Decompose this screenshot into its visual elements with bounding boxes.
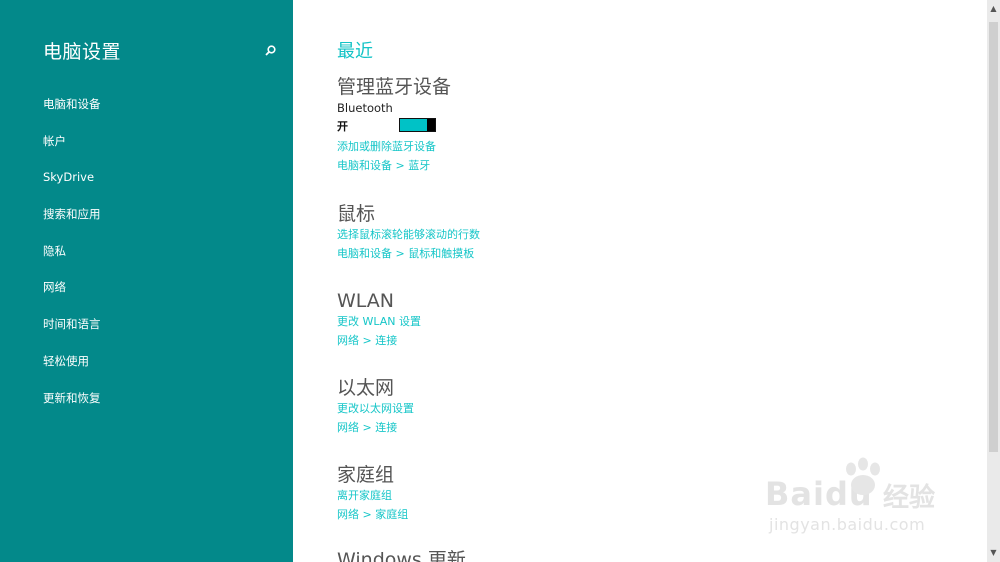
section-title: 管理蓝牙设备 — [337, 76, 452, 98]
sidebar-item-time-and-language[interactable]: 时间和语言 — [43, 316, 101, 353]
change-wlan-link[interactable]: 更改 WLAN 设置 — [337, 313, 421, 332]
section-wlan: WLAN 更改 WLAN 设置 网络 > 连接 — [337, 289, 421, 350]
section-title: 家庭组 — [337, 464, 395, 486]
sidebar-item-network[interactable]: 网络 — [43, 279, 101, 316]
scroll-up-icon[interactable]: ▲ — [987, 2, 1000, 16]
sidebar-nav: 电脑和设备 帐户 SkyDrive 搜索和应用 隐私 网络 时间和语言 轻松使用… — [43, 96, 101, 426]
toggle-state-label: 开 — [337, 120, 348, 133]
sidebar-item-skydrive[interactable]: SkyDrive — [43, 169, 101, 206]
sidebar-item-pc-and-devices[interactable]: 电脑和设备 — [43, 96, 101, 133]
baidu-watermark: Baidu 经验 jingyan.baidu.com — [765, 455, 965, 545]
mouse-wheel-link[interactable]: 选择鼠标滚轮能够滚动的行数 — [337, 226, 480, 245]
sidebar-item-ease-of-access[interactable]: 轻松使用 — [43, 353, 101, 390]
section-title: 以太网 — [337, 377, 395, 399]
scroll-down-icon[interactable]: ▼ — [987, 546, 1000, 560]
search-icon[interactable] — [262, 43, 278, 59]
section-mouse: 鼠标 选择鼠标滚轮能够滚动的行数 电脑和设备 > 鼠标和触摸板 — [337, 202, 480, 263]
section-title: Windows 更新 — [337, 549, 466, 562]
section-title: WLAN — [337, 290, 395, 312]
mouse-breadcrumb-link[interactable]: 电脑和设备 > 鼠标和触摸板 — [337, 245, 480, 264]
watermark-suffix: 经验 — [883, 483, 936, 513]
homegroup-breadcrumb-link[interactable]: 网络 > 家庭组 — [337, 506, 408, 525]
ethernet-breadcrumb-link[interactable]: 网络 > 连接 — [337, 419, 414, 438]
vertical-scrollbar[interactable]: ▲ ▼ — [987, 0, 1000, 562]
paw-icon — [846, 457, 880, 495]
bluetooth-breadcrumb-link[interactable]: 电脑和设备 > 蓝牙 — [337, 157, 451, 176]
sidebar-item-accounts[interactable]: 帐户 — [43, 133, 101, 170]
section-bluetooth: 管理蓝牙设备 Bluetooth 开 添加或删除蓝牙设备 电脑和设备 > 蓝牙 — [337, 75, 451, 175]
sidebar-item-privacy[interactable]: 隐私 — [43, 243, 101, 280]
section-ethernet: 以太网 更改以太网设置 网络 > 连接 — [337, 376, 414, 437]
wlan-breadcrumb-link[interactable]: 网络 > 连接 — [337, 332, 421, 351]
page-heading: 最近 — [337, 41, 373, 62]
change-ethernet-link[interactable]: 更改以太网设置 — [337, 400, 414, 419]
leave-homegroup-link[interactable]: 离开家庭组 — [337, 487, 408, 506]
section-windows-update: Windows 更新 — [337, 548, 466, 562]
watermark-url: jingyan.baidu.com — [769, 515, 926, 534]
bluetooth-toggle[interactable] — [399, 118, 436, 132]
add-remove-bluetooth-link[interactable]: 添加或删除蓝牙设备 — [337, 138, 451, 157]
sidebar-item-update-and-recovery[interactable]: 更新和恢复 — [43, 390, 101, 427]
bluetooth-label: Bluetooth — [337, 101, 393, 115]
sidebar: 电脑设置 电脑和设备 帐户 SkyDrive 搜索和应用 隐私 网络 时间和语言… — [0, 0, 293, 562]
sidebar-title: 电脑设置 — [43, 41, 122, 63]
section-title: 鼠标 — [337, 203, 376, 225]
sidebar-item-search-and-apps[interactable]: 搜索和应用 — [43, 206, 101, 243]
scroll-thumb[interactable] — [989, 22, 998, 452]
toggle-thumb — [427, 119, 435, 131]
section-homegroup: 家庭组 离开家庭组 网络 > 家庭组 — [337, 463, 408, 524]
bluetooth-toggle-row: 开 — [337, 116, 451, 136]
